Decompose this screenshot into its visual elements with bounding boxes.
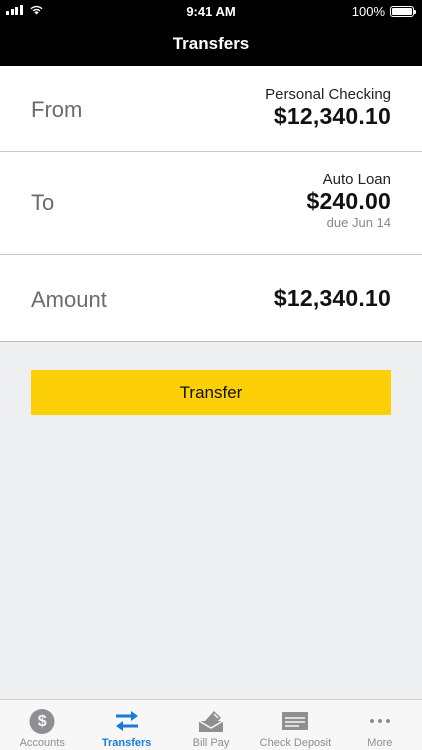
tab-more-label: More xyxy=(367,737,393,749)
tab-accounts-label: Accounts xyxy=(19,737,65,749)
transfer-button[interactable]: Transfer xyxy=(31,370,391,415)
check-icon xyxy=(281,708,309,734)
status-right: 100% xyxy=(351,4,416,19)
amount-value-text: $12,340.10 xyxy=(273,285,391,311)
to-account-amount: $240.00 xyxy=(306,188,391,214)
tab-bill-pay[interactable]: Bill Pay xyxy=(169,700,253,750)
to-due-date: due Jun 14 xyxy=(326,215,391,230)
to-row[interactable]: To Auto Loan $240.00 due Jun 14 xyxy=(0,152,422,255)
transfer-form: From Personal Checking $12,340.10 To Aut… xyxy=(0,66,422,342)
from-account-name: Personal Checking xyxy=(265,86,391,103)
more-dots-icon xyxy=(369,708,390,734)
tab-more[interactable]: More xyxy=(338,700,422,750)
from-label: From xyxy=(31,97,83,122)
tab-check-deposit-label: Check Deposit xyxy=(259,737,332,749)
amount-row[interactable]: Amount $12,340.10 xyxy=(0,255,422,342)
battery-icon xyxy=(390,6,416,17)
to-details: Auto Loan $240.00 due Jun 14 xyxy=(306,171,391,230)
to-account-name: Auto Loan xyxy=(322,171,391,188)
amount-label: Amount xyxy=(31,287,107,312)
from-details: Personal Checking $12,340.10 xyxy=(265,86,391,130)
battery-percent: 100% xyxy=(351,4,385,19)
tab-check-deposit[interactable]: Check Deposit xyxy=(253,700,337,750)
from-row[interactable]: From Personal Checking $12,340.10 xyxy=(0,66,422,152)
nav-bar: Transfers xyxy=(0,22,422,66)
from-account-balance: $12,340.10 xyxy=(273,103,391,129)
tab-transfers[interactable]: Transfers xyxy=(84,700,168,750)
tab-bill-pay-label: Bill Pay xyxy=(192,737,230,749)
tab-transfers-label: Transfers xyxy=(101,737,152,749)
page-title: Transfers xyxy=(172,34,250,53)
transfer-arrows-icon xyxy=(114,708,140,734)
amount-value: $12,340.10 xyxy=(274,285,391,312)
status-bar: 9:41 AM 100% xyxy=(0,0,422,22)
dollar-circle-icon: $ xyxy=(29,708,55,734)
tab-bar: $ Accounts Transfers Bill Pay Check Depo… xyxy=(0,699,422,750)
envelope-bill-icon xyxy=(197,708,225,734)
to-label: To xyxy=(31,190,55,215)
tab-accounts[interactable]: $ Accounts xyxy=(0,700,84,750)
